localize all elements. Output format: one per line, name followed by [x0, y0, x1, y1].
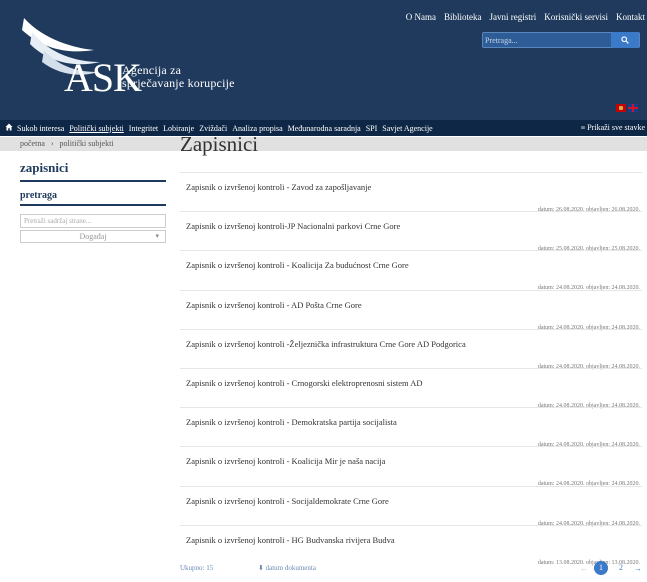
- pagination: ← 1 2 →: [580, 561, 642, 575]
- list-item: Zapisnik o izvršenoj kontroli - Zavod za…: [180, 172, 642, 213]
- list-item: Zapisnik o izvršenoj kontroli - Crnogors…: [180, 367, 642, 409]
- top-link-korisnicki-servisi[interactable]: Korisnički servisi: [544, 12, 608, 22]
- record-link[interactable]: Zapisnik o izvršenoj kontroli - Crnogors…: [186, 378, 423, 388]
- header-search-button[interactable]: [611, 32, 639, 48]
- record-link[interactable]: Zapisnik o izvršenoj kontroli - Demokrat…: [186, 417, 397, 427]
- sort-by-date-button[interactable]: ⬇ datum dokumenta: [258, 564, 316, 572]
- home-icon[interactable]: [5, 123, 13, 133]
- breadcrumb: početna › politički subjekti: [0, 137, 647, 151]
- record-link[interactable]: Zapisnik o izvršenoj kontroli - Socijald…: [186, 496, 389, 506]
- list-item: Zapisnik o izvršenoj kontroli - Koalicij…: [180, 446, 642, 487]
- list-item: Zapisnik o izvršenoj kontroli - Koalicij…: [180, 250, 642, 291]
- page-2-button[interactable]: 2: [614, 561, 628, 575]
- record-link[interactable]: Zapisnik o izvršenoj kontroli -Željeznič…: [186, 339, 466, 349]
- montenegro-flag-icon[interactable]: [616, 104, 626, 112]
- sidebar-title: zapisnici: [20, 160, 166, 182]
- breadcrumb-separator: ›: [50, 139, 54, 148]
- record-link[interactable]: Zapisnik o izvršenoj kontroli - HG Budva…: [186, 535, 395, 545]
- chevron-down-icon: ▾: [155, 232, 159, 240]
- house-icon: [5, 123, 13, 131]
- top-navigation: O Nama Biblioteka Javni registri Korisni…: [406, 12, 645, 22]
- record-link[interactable]: Zapisnik o izvršenoj kontroli - Koalicij…: [186, 260, 409, 270]
- site-header: ASK Agencija za sprječavanje korupcije O…: [0, 0, 647, 120]
- sidebar: zapisnici pretraga Pretraži sadržaj stra…: [20, 160, 166, 243]
- menu-icon: ≡: [580, 123, 586, 132]
- record-link[interactable]: Zapisnik o izvršenoj kontroli - Koalicij…: [186, 456, 385, 466]
- event-select[interactable]: Događaj ▾: [20, 230, 166, 243]
- nav-spi[interactable]: SPI: [366, 124, 378, 133]
- next-page-icon[interactable]: →: [634, 564, 642, 573]
- list-item: Zapisnik o izvršenoj kontroli - Socijald…: [180, 485, 642, 527]
- top-link-javni-registri[interactable]: Javni registri: [490, 12, 537, 22]
- breadcrumb-home[interactable]: početna: [20, 139, 45, 148]
- record-list: Zapisnik o izvršenoj kontroli - Zavod za…: [180, 172, 642, 566]
- agency-name: Agencija za sprječavanje korupcije: [122, 64, 235, 90]
- nav-medjunarodna-saradnja[interactable]: Međunarodna saradnja: [288, 124, 361, 133]
- agency-name-line2: sprječavanje korupcije: [122, 76, 235, 90]
- list-item: Zapisnik o izvršenoj kontroli -Željeznič…: [180, 328, 642, 370]
- list-item: Zapisnik o izvršenoj kontroli-JP Naciona…: [180, 211, 642, 252]
- nav-politicki-subjekti[interactable]: Politički subjekti: [69, 124, 123, 133]
- nav-savjet-agencije[interactable]: Savjet Agencije: [382, 124, 432, 133]
- list-item: Zapisnik o izvršenoj kontroli - Demokrat…: [180, 407, 642, 448]
- language-switcher: [616, 104, 638, 112]
- nav-sukob-interesa[interactable]: Sukob interesa: [17, 124, 64, 133]
- record-link[interactable]: Zapisnik o izvršenoj kontroli - Zavod za…: [186, 182, 371, 192]
- top-link-kontakt[interactable]: Kontakt: [616, 12, 645, 22]
- show-all-items-button[interactable]: ≡ Prikaži sve stavke: [581, 123, 645, 132]
- event-select-value: Događaj: [79, 232, 107, 241]
- header-search-input[interactable]: [485, 34, 615, 46]
- main-navigation: Sukob interesa Politički subjekti Integr…: [0, 120, 647, 136]
- total-count: Ukupno: 15: [180, 564, 214, 572]
- prev-page-icon[interactable]: ←: [580, 564, 588, 573]
- page-title: Zapisnici: [180, 132, 259, 156]
- show-all-label: Prikaži sve stavke: [587, 123, 645, 132]
- uk-flag-icon[interactable]: [628, 104, 638, 112]
- top-link-biblioteka[interactable]: Biblioteka: [444, 12, 482, 22]
- page-1-button[interactable]: 1: [594, 561, 608, 575]
- record-link[interactable]: Zapisnik o izvršenoj kontroli - AD Pošta…: [186, 300, 362, 310]
- list-item: Zapisnik o izvršenoj kontroli - AD Pošta…: [180, 289, 642, 331]
- top-link-o-nama[interactable]: O Nama: [406, 12, 436, 22]
- header-search: [482, 32, 640, 48]
- record-link[interactable]: Zapisnik o izvršenoj kontroli-JP Naciona…: [186, 221, 400, 231]
- nav-integritet[interactable]: Integritet: [129, 124, 158, 133]
- list-item: Zapisnik o izvršenoj kontroli - HG Budva…: [180, 524, 642, 566]
- breadcrumb-current[interactable]: politički subjekti: [60, 139, 114, 148]
- sidebar-search-heading: pretraga: [20, 190, 166, 206]
- list-footer: Ukupno: 15 ⬇ datum dokumenta ← 1 2 →: [180, 561, 642, 576]
- sidebar-search-input[interactable]: Pretraži sadržaj strane...: [20, 214, 166, 228]
- search-icon: [621, 36, 629, 44]
